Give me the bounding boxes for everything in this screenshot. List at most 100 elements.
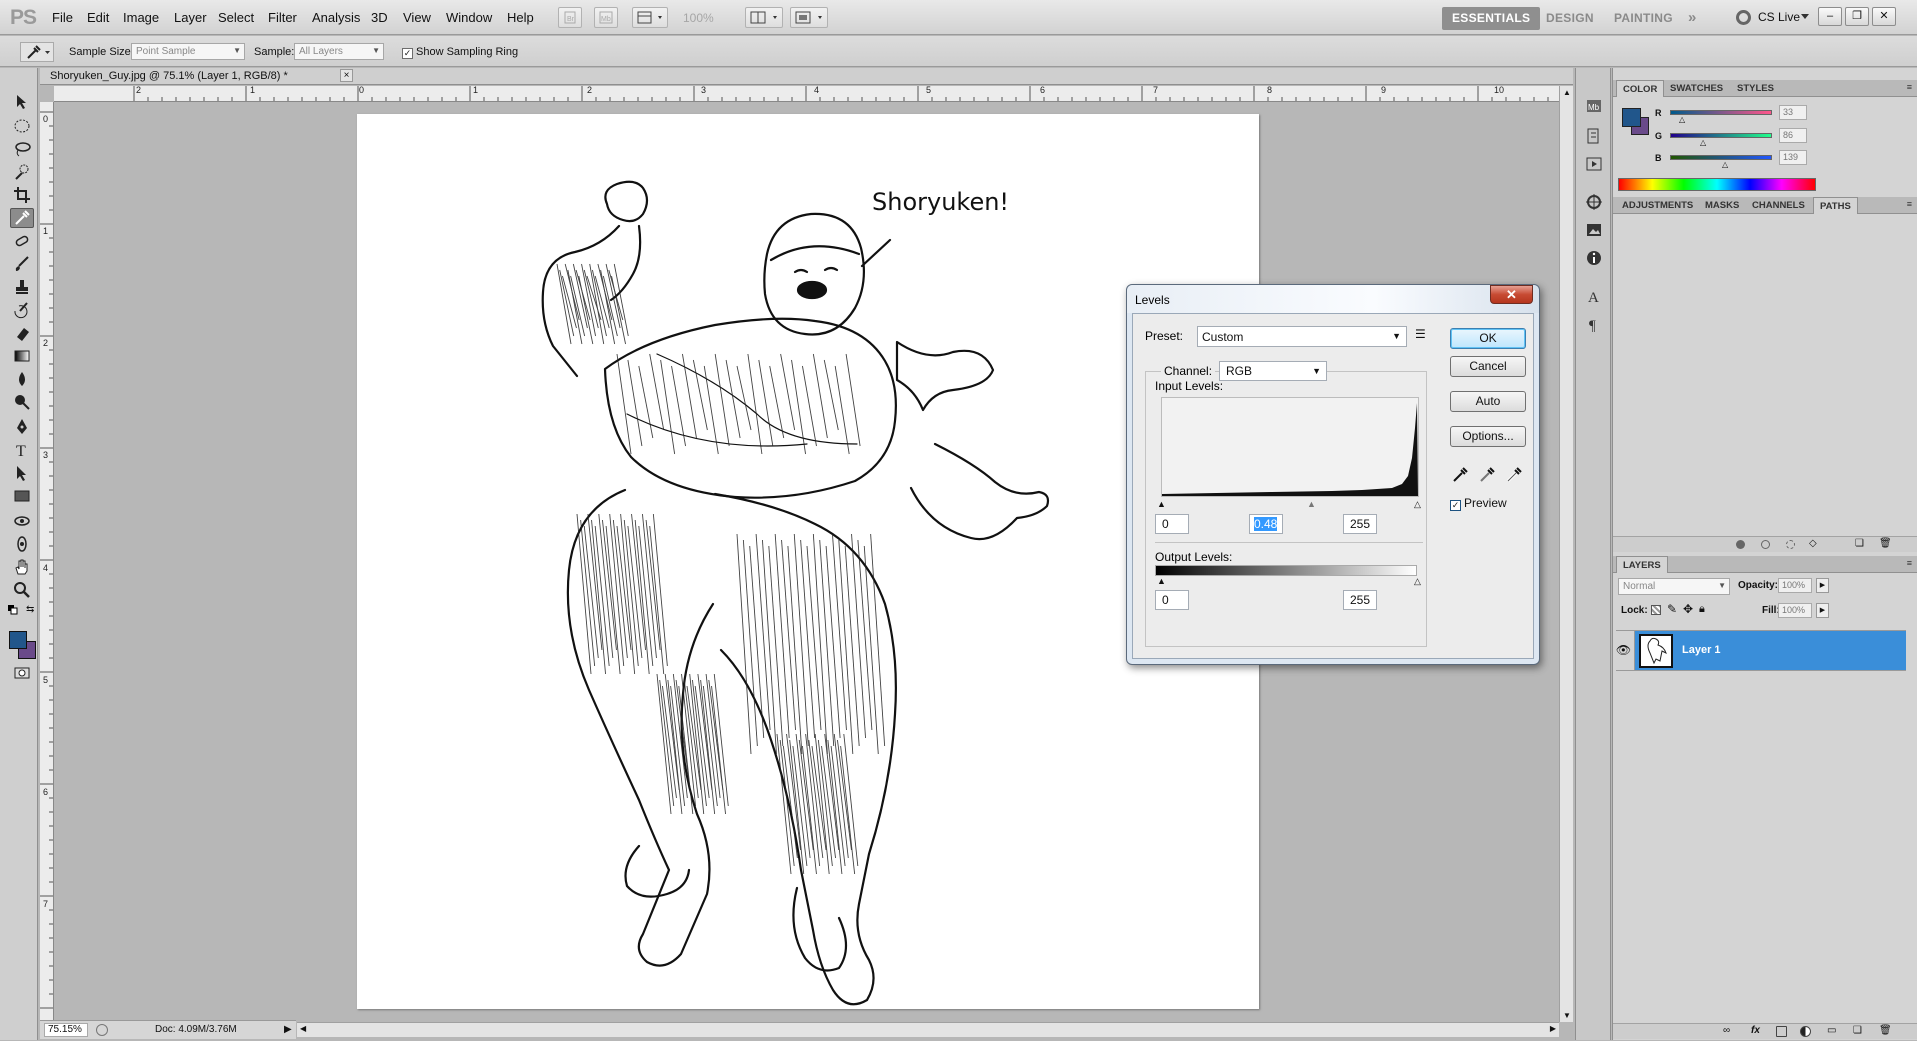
foreground-color-swatch[interactable] — [9, 631, 27, 649]
vertical-scrollbar[interactable]: ▲ ▼ — [1559, 86, 1573, 1022]
panel-menu-icon[interactable]: ≡ — [1907, 82, 1912, 92]
sample-layers-select[interactable]: All Layers ▼ — [294, 43, 384, 60]
eyedropper-tool-icon[interactable] — [10, 208, 34, 228]
gradient-tool-icon[interactable] — [10, 346, 34, 366]
input-white-field[interactable]: 255 — [1343, 514, 1377, 534]
workspace-essentials[interactable]: ESSENTIALS — [1442, 7, 1541, 30]
eraser-tool-icon[interactable] — [10, 323, 34, 343]
new-layer-icon[interactable]: ❏ — [1853, 1025, 1862, 1036]
options-button[interactable]: Options... — [1450, 426, 1526, 447]
blue-value[interactable]: 139 — [1779, 150, 1807, 165]
mini-bridge-icon[interactable]: Mb — [594, 7, 618, 28]
auto-button[interactable]: Auto — [1450, 391, 1526, 412]
black-point-eyedropper-icon[interactable] — [1451, 466, 1469, 487]
restore-button[interactable]: ❐ — [1845, 7, 1869, 26]
character-panel-icon[interactable]: A — [1584, 286, 1604, 306]
menu-help[interactable]: Help — [507, 10, 534, 25]
view-extras-icon[interactable] — [632, 7, 668, 28]
preset-options-icon[interactable]: ☰ — [1415, 327, 1426, 341]
checkbox[interactable]: ✓ — [402, 48, 413, 59]
more-workspaces-icon[interactable]: » — [1678, 5, 1707, 28]
menu-layer[interactable]: Layer — [174, 10, 207, 25]
fill-slider-icon[interactable]: ▶ — [1816, 603, 1829, 618]
layer-name[interactable]: Layer 1 — [1682, 644, 1721, 656]
tab-swatches[interactable]: SWATCHES — [1664, 80, 1729, 97]
healing-brush-tool-icon[interactable] — [10, 231, 34, 251]
green-value[interactable]: 86 — [1779, 128, 1807, 143]
lock-all-icon[interactable]: 🔒︎ — [1699, 603, 1705, 616]
opacity-slider-icon[interactable]: ▶ — [1816, 578, 1829, 593]
menu-image[interactable]: Image — [123, 10, 159, 25]
history-panel-icon[interactable] — [1584, 126, 1604, 146]
status-info-icon[interactable] — [96, 1024, 108, 1036]
menu-analysis[interactable]: Analysis — [312, 10, 360, 25]
scroll-down-icon[interactable]: ▼ — [1563, 1011, 1571, 1020]
new-group-icon[interactable]: ▭ — [1827, 1025, 1836, 1036]
sample-size-select[interactable]: Point Sample ▼ — [131, 43, 245, 60]
3d-rotate-tool-icon[interactable] — [10, 511, 34, 531]
gray-point-eyedropper-icon[interactable] — [1478, 466, 1496, 487]
lock-position-icon[interactable]: ✥ — [1683, 602, 1693, 616]
tab-channels[interactable]: CHANNELS — [1746, 197, 1811, 214]
path-selection-tool-icon[interactable] — [10, 463, 34, 483]
preview-checkbox[interactable]: ✓ — [1450, 500, 1461, 511]
status-menu-icon[interactable]: ▶ — [284, 1024, 292, 1035]
new-path-icon[interactable]: ❏ — [1855, 538, 1864, 549]
ok-button[interactable]: OK — [1450, 328, 1526, 349]
layer-row[interactable]: 👁︎ Layer 1 — [1613, 630, 1906, 671]
menu-file[interactable]: File — [52, 10, 73, 25]
close-dialog-button[interactable]: ✕ — [1490, 285, 1533, 304]
tab-adjustments[interactable]: ADJUSTMENTS — [1616, 197, 1699, 214]
tab-paths[interactable]: PATHS — [1813, 197, 1858, 214]
marquee-tool-icon[interactable] — [10, 116, 34, 136]
output-white-slider-icon[interactable]: △ — [1414, 576, 1421, 587]
blur-tool-icon[interactable] — [10, 369, 34, 389]
panel-menu-icon[interactable]: ≡ — [1907, 199, 1912, 209]
menu-filter[interactable]: Filter — [268, 10, 297, 25]
cancel-button[interactable]: Cancel — [1450, 356, 1526, 377]
panel-menu-icon[interactable]: ≡ — [1907, 558, 1912, 568]
scroll-left-icon[interactable]: ◀ — [300, 1024, 306, 1033]
input-black-field[interactable]: 0 — [1155, 514, 1189, 534]
slider-handle-icon[interactable]: △ — [1679, 115, 1685, 124]
tab-styles[interactable]: STYLES — [1731, 80, 1780, 97]
zoom-field[interactable]: 75.15% — [44, 1023, 88, 1037]
preview-toggle[interactable]: ✓ Preview — [1450, 496, 1507, 511]
navigator-panel-icon[interactable] — [1584, 220, 1604, 240]
mini-bridge-panel-icon[interactable]: Mb — [1584, 96, 1604, 116]
menu-3d[interactable]: 3D — [371, 10, 388, 25]
workspace-painting[interactable]: PAINTING — [1604, 7, 1683, 30]
move-tool-icon[interactable] — [10, 92, 34, 112]
delete-layer-icon[interactable]: 🗑 — [1879, 1025, 1892, 1036]
screen-mode-icon[interactable] — [790, 7, 828, 28]
tab-masks[interactable]: MASKS — [1699, 197, 1745, 214]
lasso-tool-icon[interactable] — [10, 139, 34, 159]
red-slider[interactable] — [1670, 110, 1772, 115]
tab-color[interactable]: COLOR — [1616, 80, 1665, 97]
swap-colors-icon[interactable]: ⇆ — [26, 604, 34, 615]
channel-select[interactable]: RGB ▼ — [1219, 361, 1327, 381]
menu-view[interactable]: View — [403, 10, 431, 25]
input-black-slider-icon[interactable]: ▲ — [1157, 499, 1166, 509]
document-tab[interactable]: Shoryuken_Guy.jpg @ 75.1% (Layer 1, RGB/… — [40, 68, 1573, 85]
zoom-tool-icon[interactable] — [10, 580, 34, 600]
dialog-titlebar[interactable]: Levels ✕ — [1127, 285, 1539, 313]
menu-window[interactable]: Window — [446, 10, 492, 25]
green-slider[interactable] — [1670, 133, 1772, 138]
info-panel-icon[interactable] — [1584, 248, 1604, 268]
color-spectrum-bar[interactable] — [1618, 178, 1816, 191]
lock-pixels-icon[interactable]: ✎ — [1667, 602, 1677, 616]
fill-value[interactable]: 100% — [1778, 603, 1812, 618]
input-gamma-field[interactable]: 0.48 — [1249, 514, 1283, 534]
vertical-ruler[interactable]: 0 1 2 3 4 5 6 7 — [40, 102, 54, 1022]
zoom-level-box[interactable]: 100% — [683, 11, 714, 25]
blend-mode-select[interactable]: Normal ▼ — [1618, 578, 1730, 595]
cs-live-menu[interactable]: CS Live — [1758, 10, 1800, 24]
minimize-button[interactable]: – — [1818, 7, 1842, 26]
hand-tool-icon[interactable] — [10, 557, 34, 577]
output-black-field[interactable]: 0 — [1155, 590, 1189, 610]
crop-tool-icon[interactable] — [10, 185, 34, 205]
quick-selection-tool-icon[interactable] — [10, 162, 34, 182]
paragraph-panel-icon[interactable]: ¶ — [1584, 314, 1604, 334]
horizontal-scrollbar[interactable]: ◀ ▶ — [297, 1022, 1559, 1037]
